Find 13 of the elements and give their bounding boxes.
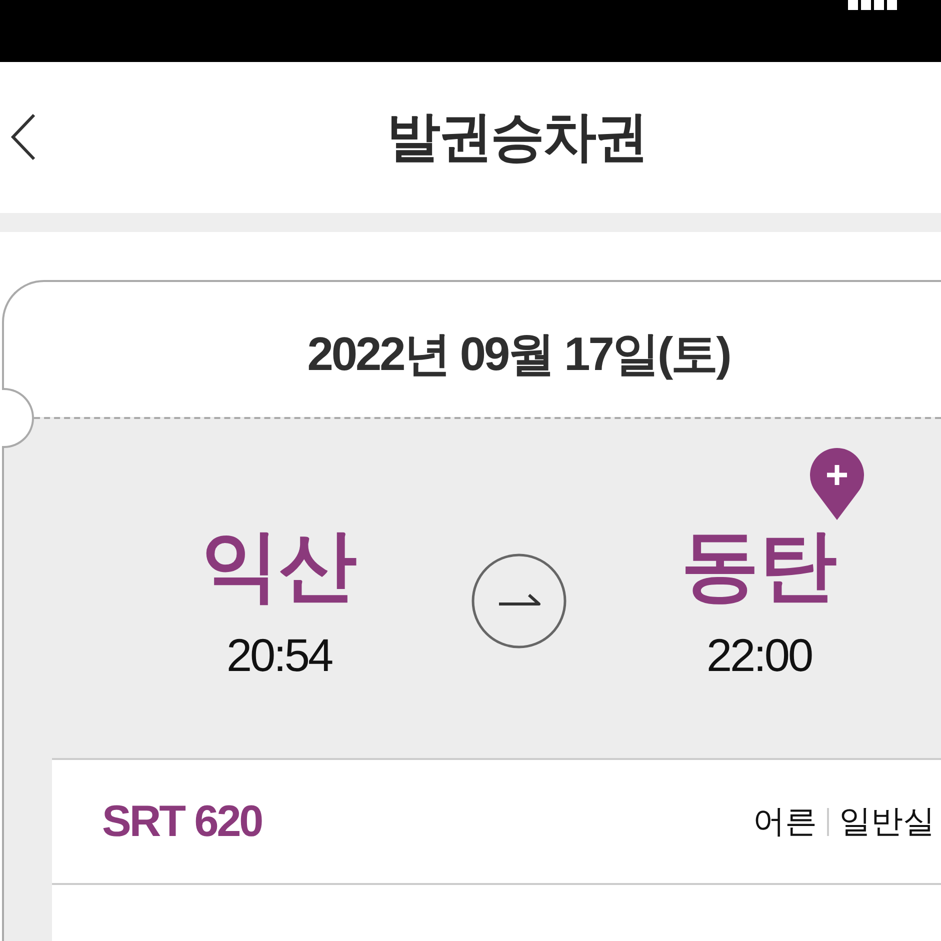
passenger-type: 어른 (753, 802, 817, 840)
back-icon (10, 113, 36, 161)
train-number: SRT 620 (102, 796, 262, 846)
departure-station: 익산 (201, 525, 357, 605)
signal-icon (848, 0, 897, 10)
travel-date: 2022년 09월 17일(토) (307, 326, 730, 382)
map-pin-plus-icon[interactable] (810, 448, 864, 520)
arrival-station: 동탄 (681, 525, 837, 605)
back-button[interactable] (8, 111, 38, 163)
departure-time: 20:54 (226, 630, 332, 680)
page-title: 발권승차권 (386, 106, 646, 169)
arrival-time: 22:00 (706, 630, 812, 680)
seat-class: 일반실 (839, 802, 935, 840)
